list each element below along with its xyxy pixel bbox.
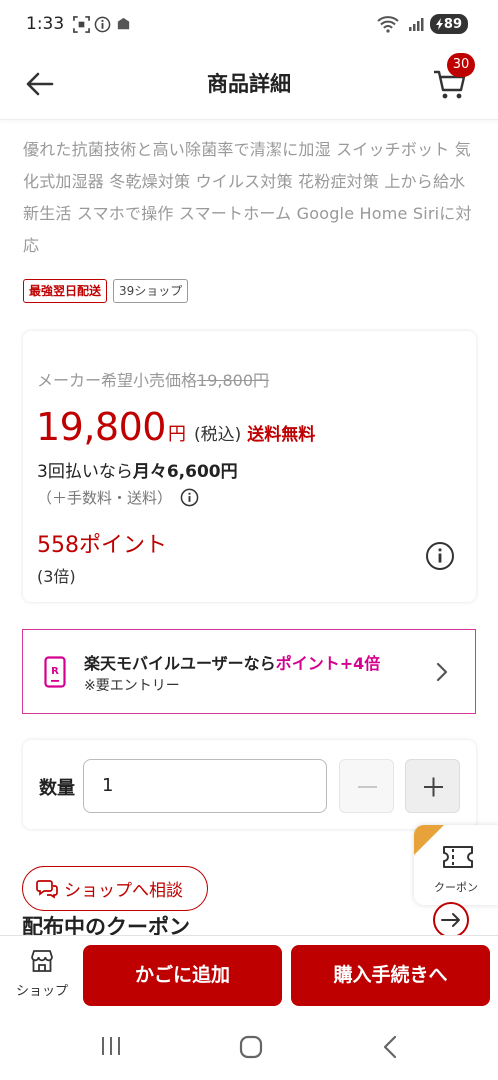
app-icon: [117, 17, 130, 30]
arrow-right-circle-icon[interactable]: [432, 901, 470, 939]
screenshot-icon: [73, 16, 90, 33]
consult-label: ショップへ相談: [64, 881, 183, 901]
info-icon: [94, 16, 111, 33]
price-card: メーカー希望小売価格19,800円 19,800 円 (税込) 送料無料 3回払…: [23, 331, 476, 602]
promo-headline: 楽天モバイルユーザーならポイント+4倍: [84, 650, 380, 674]
shop-button[interactable]: ショップ: [8, 948, 76, 1004]
system-nav-bar: [0, 1017, 498, 1080]
delivery-tag: 最強翌日配送: [23, 279, 108, 303]
consult-shop-button[interactable]: ショップへ相談: [22, 866, 208, 911]
quantity-decrease-button[interactable]: [339, 759, 394, 813]
add-to-cart-button[interactable]: かごに追加: [83, 945, 282, 1006]
bottom-action-bar: ショップ かごに追加 購入手続きへ: [0, 935, 498, 1017]
price-tax: (税込): [193, 425, 242, 445]
quantity-input[interactable]: 1: [83, 759, 327, 813]
coupon-side-tab[interactable]: クーポン: [414, 825, 498, 905]
quantity-card: 数量 1: [23, 740, 476, 829]
chat-bubble-icon: [36, 879, 58, 899]
fees-note: （＋手数料・送料）: [37, 487, 199, 508]
msrp-value: 19,800円: [197, 371, 270, 390]
price-yen: 円: [167, 424, 186, 445]
home-icon[interactable]: [238, 1034, 264, 1060]
plus-icon: [424, 777, 443, 797]
minus-icon: [358, 786, 377, 788]
shop39-tag: 39ショップ: [113, 279, 189, 303]
product-tags: 最強翌日配送 39ショップ: [23, 279, 189, 303]
app-header: 商品詳細 30: [0, 52, 498, 120]
shop-icon: [31, 950, 53, 972]
free-shipping-label: 送料無料: [247, 425, 316, 445]
msrp-label: メーカー希望小売価格: [37, 371, 198, 390]
battery-icon: 89: [429, 14, 468, 34]
recent-apps-icon[interactable]: [99, 1034, 123, 1058]
fees-info-icon[interactable]: [180, 488, 199, 507]
checkout-button[interactable]: 購入手続きへ: [291, 945, 490, 1006]
battery-level: 89: [443, 16, 462, 32]
points-amount: 558ポイント: [37, 533, 167, 558]
mobile-phone-icon: R: [44, 656, 66, 688]
status-time: 1:33: [26, 14, 65, 34]
promo-prefix: 楽天モバイルユーザーなら: [84, 654, 276, 673]
promo-highlight: ポイント+4倍: [275, 654, 381, 673]
installment-value: 月々6,600円: [132, 462, 238, 482]
product-description: 優れた抗菌技術と高い除菌率で清潔に加湿 スイッチボット 気化式加湿器 冬乾燥対策…: [23, 140, 472, 255]
coupon-section-heading: 配布中のクーポン: [22, 915, 190, 935]
points-multiplier: (3倍): [37, 567, 76, 586]
system-back-icon[interactable]: [380, 1034, 402, 1060]
rakuten-mobile-promo[interactable]: R 楽天モバイルユーザーならポイント+4倍 ※要エントリー: [22, 629, 476, 714]
quantity-increase-button[interactable]: [405, 759, 460, 813]
price-amount: 19,800: [36, 405, 166, 449]
status-bar: 1:33 89: [0, 0, 498, 52]
coupon-tab-label: クーポン: [434, 881, 478, 894]
promo-entry-note: ※要エントリー: [84, 678, 180, 694]
charging-icon: [435, 18, 443, 30]
page-title: 商品詳細: [207, 72, 291, 96]
chevron-right-icon: [436, 662, 448, 682]
coupon-ticket-icon: [443, 846, 473, 868]
price-row: 19,800 円 (税込) 送料無料: [36, 405, 315, 449]
points-info-icon[interactable]: [425, 541, 455, 571]
signal-icon: [408, 18, 424, 31]
msrp: メーカー希望小売価格19,800円: [37, 367, 269, 391]
wifi-icon: [377, 16, 399, 33]
installment-info: 3回払いなら月々6,600円: [37, 457, 238, 482]
coupon-corner-accent: [414, 825, 444, 855]
shop-label: ショップ: [15, 984, 68, 999]
installment-prefix: 3回払いなら: [37, 462, 133, 482]
quantity-label: 数量: [39, 778, 75, 799]
svg-text:R: R: [51, 666, 59, 677]
cart-count-badge: 30: [447, 53, 475, 77]
fees-text: （＋手数料・送料）: [37, 489, 173, 507]
